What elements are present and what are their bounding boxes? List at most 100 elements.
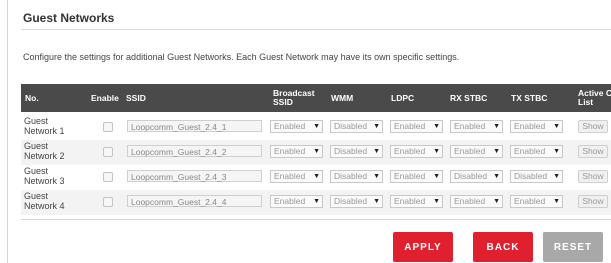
chevron-down-icon: ▼ <box>373 123 380 130</box>
network-name-line1: Guest <box>24 166 49 176</box>
network-name-line2: Network 3 <box>24 176 65 186</box>
ldpc-value: Enabled <box>394 171 426 181</box>
chevron-down-icon: ▼ <box>313 148 320 155</box>
broadcast-ssid-value: Enabled <box>274 196 306 206</box>
header-active-client-list: Active Client List <box>578 84 611 112</box>
tx-stbc-value: Enabled <box>514 146 546 156</box>
table-row: Guest Network 3 Loopcomm_Guest_2.4_3 Ena… <box>21 165 611 190</box>
network-name-line1: Guest <box>24 191 49 201</box>
broadcast-ssid-select[interactable]: Enabled ▼ <box>270 120 323 133</box>
chevron-down-icon: ▼ <box>553 198 560 205</box>
table-row: Guest Network 2 Loopcomm_Guest_2.4_2 Ena… <box>21 140 611 165</box>
ldpc-select[interactable]: Enabled ▼ <box>390 195 443 208</box>
header-broadcast-line2: SSID <box>273 97 293 107</box>
ssid-input[interactable]: Loopcomm_Guest_2.4_1 <box>127 120 262 132</box>
wmm-value: Disabled <box>334 121 368 131</box>
header-tx-stbc: TX STBC <box>511 92 548 103</box>
ldpc-select[interactable]: Enabled ▼ <box>390 145 443 158</box>
broadcast-ssid-select[interactable]: Enabled ▼ <box>270 145 323 158</box>
show-clients-button[interactable]: Show <box>578 145 608 158</box>
broadcast-ssid-value: Enabled <box>274 171 306 181</box>
back-button[interactable]: BACK <box>473 232 533 262</box>
chevron-down-icon: ▼ <box>493 123 500 130</box>
header-rx-stbc: RX STBC <box>450 92 488 103</box>
chevron-down-icon: ▼ <box>433 173 440 180</box>
chevron-down-icon: ▼ <box>373 173 380 180</box>
network-name-line1: Guest <box>24 141 49 151</box>
rx-stbc-select[interactable]: Enabled ▼ <box>450 195 503 208</box>
chevron-down-icon: ▼ <box>493 173 500 180</box>
broadcast-ssid-value: Enabled <box>274 121 306 131</box>
chevron-down-icon: ▼ <box>553 173 560 180</box>
reset-button[interactable]: RESET <box>543 232 603 262</box>
page-description: Configure the settings for additional Gu… <box>23 52 460 62</box>
ldpc-select[interactable]: Enabled ▼ <box>390 170 443 183</box>
show-clients-button[interactable]: Show <box>578 170 608 183</box>
ldpc-select[interactable]: Enabled ▼ <box>390 120 443 133</box>
ldpc-value: Enabled <box>394 146 426 156</box>
header-no: No. <box>25 92 39 103</box>
broadcast-ssid-select[interactable]: Enabled ▼ <box>270 195 323 208</box>
wmm-value: Disabled <box>334 146 368 156</box>
chevron-down-icon: ▼ <box>373 198 380 205</box>
tx-stbc-value: Enabled <box>514 121 546 131</box>
chevron-down-icon: ▼ <box>313 173 320 180</box>
chevron-down-icon: ▼ <box>493 198 500 205</box>
rx-stbc-select[interactable]: Disabled ▼ <box>450 170 503 183</box>
network-name: Guest Network 4 <box>24 191 74 211</box>
network-name-line1: Guest <box>24 116 49 126</box>
enable-checkbox[interactable] <box>103 197 113 207</box>
chevron-down-icon: ▼ <box>433 148 440 155</box>
rx-stbc-select[interactable]: Enabled ▼ <box>450 120 503 133</box>
wmm-select[interactable]: Disabled ▼ <box>330 120 383 133</box>
ssid-input[interactable]: Loopcomm_Guest_2.4_3 <box>127 170 262 182</box>
enable-checkbox[interactable] <box>103 172 113 182</box>
broadcast-ssid-select[interactable]: Enabled ▼ <box>270 170 323 183</box>
broadcast-ssid-value: Enabled <box>274 146 306 156</box>
wmm-value: Disabled <box>334 171 368 181</box>
table-row: Guest Network 1 Loopcomm_Guest_2.4_1 Ena… <box>21 115 611 140</box>
wmm-value: Disabled <box>334 196 368 206</box>
header-ssid: SSID <box>126 92 146 103</box>
guest-networks-panel: Guest Networks Configure the settings fo… <box>7 0 611 263</box>
apply-button[interactable]: APPLY <box>393 232 453 262</box>
bottom-divider <box>21 219 611 220</box>
chevron-down-icon: ▼ <box>553 148 560 155</box>
network-name: Guest Network 3 <box>24 166 74 186</box>
chevron-down-icon: ▼ <box>433 198 440 205</box>
header-active-line2: List <box>578 97 594 107</box>
network-name: Guest Network 2 <box>24 141 74 161</box>
tx-stbc-value: Enabled <box>514 196 546 206</box>
rx-stbc-value: Disabled <box>454 171 488 181</box>
table-header: No. Enable SSID Broadcast SSID WMM LDPC … <box>21 84 611 112</box>
network-name-line2: Network 4 <box>24 201 65 211</box>
chevron-down-icon: ▼ <box>433 123 440 130</box>
page-title: Guest Networks <box>23 11 115 25</box>
network-name-line2: Network 1 <box>24 126 65 136</box>
title-divider <box>21 29 611 30</box>
tx-stbc-select[interactable]: Enabled ▼ <box>510 145 563 158</box>
ldpc-value: Enabled <box>394 121 426 131</box>
enable-checkbox[interactable] <box>103 122 113 132</box>
show-clients-button[interactable]: Show <box>578 195 608 208</box>
tx-stbc-select[interactable]: Enabled ▼ <box>510 195 563 208</box>
chevron-down-icon: ▼ <box>553 123 560 130</box>
show-clients-button[interactable]: Show <box>578 120 608 133</box>
ssid-input[interactable]: Loopcomm_Guest_2.4_2 <box>127 145 262 157</box>
enable-checkbox[interactable] <box>103 147 113 157</box>
header-wmm: WMM <box>331 92 354 103</box>
rx-stbc-value: Enabled <box>454 196 486 206</box>
wmm-select[interactable]: Disabled ▼ <box>330 195 383 208</box>
chevron-down-icon: ▼ <box>373 148 380 155</box>
header-ldpc: LDPC <box>391 92 415 103</box>
rx-stbc-select[interactable]: Enabled ▼ <box>450 145 503 158</box>
chevron-down-icon: ▼ <box>313 123 320 130</box>
tx-stbc-select[interactable]: Enabled ▼ <box>510 120 563 133</box>
wmm-select[interactable]: Disabled ▼ <box>330 145 383 158</box>
header-broadcast-ssid: Broadcast SSID <box>273 84 315 112</box>
tx-stbc-select[interactable]: Disabled ▼ <box>510 170 563 183</box>
ssid-input[interactable]: Loopcomm_Guest_2.4_4 <box>127 195 262 207</box>
chevron-down-icon: ▼ <box>313 198 320 205</box>
wmm-select[interactable]: Disabled ▼ <box>330 170 383 183</box>
rx-stbc-value: Enabled <box>454 121 486 131</box>
